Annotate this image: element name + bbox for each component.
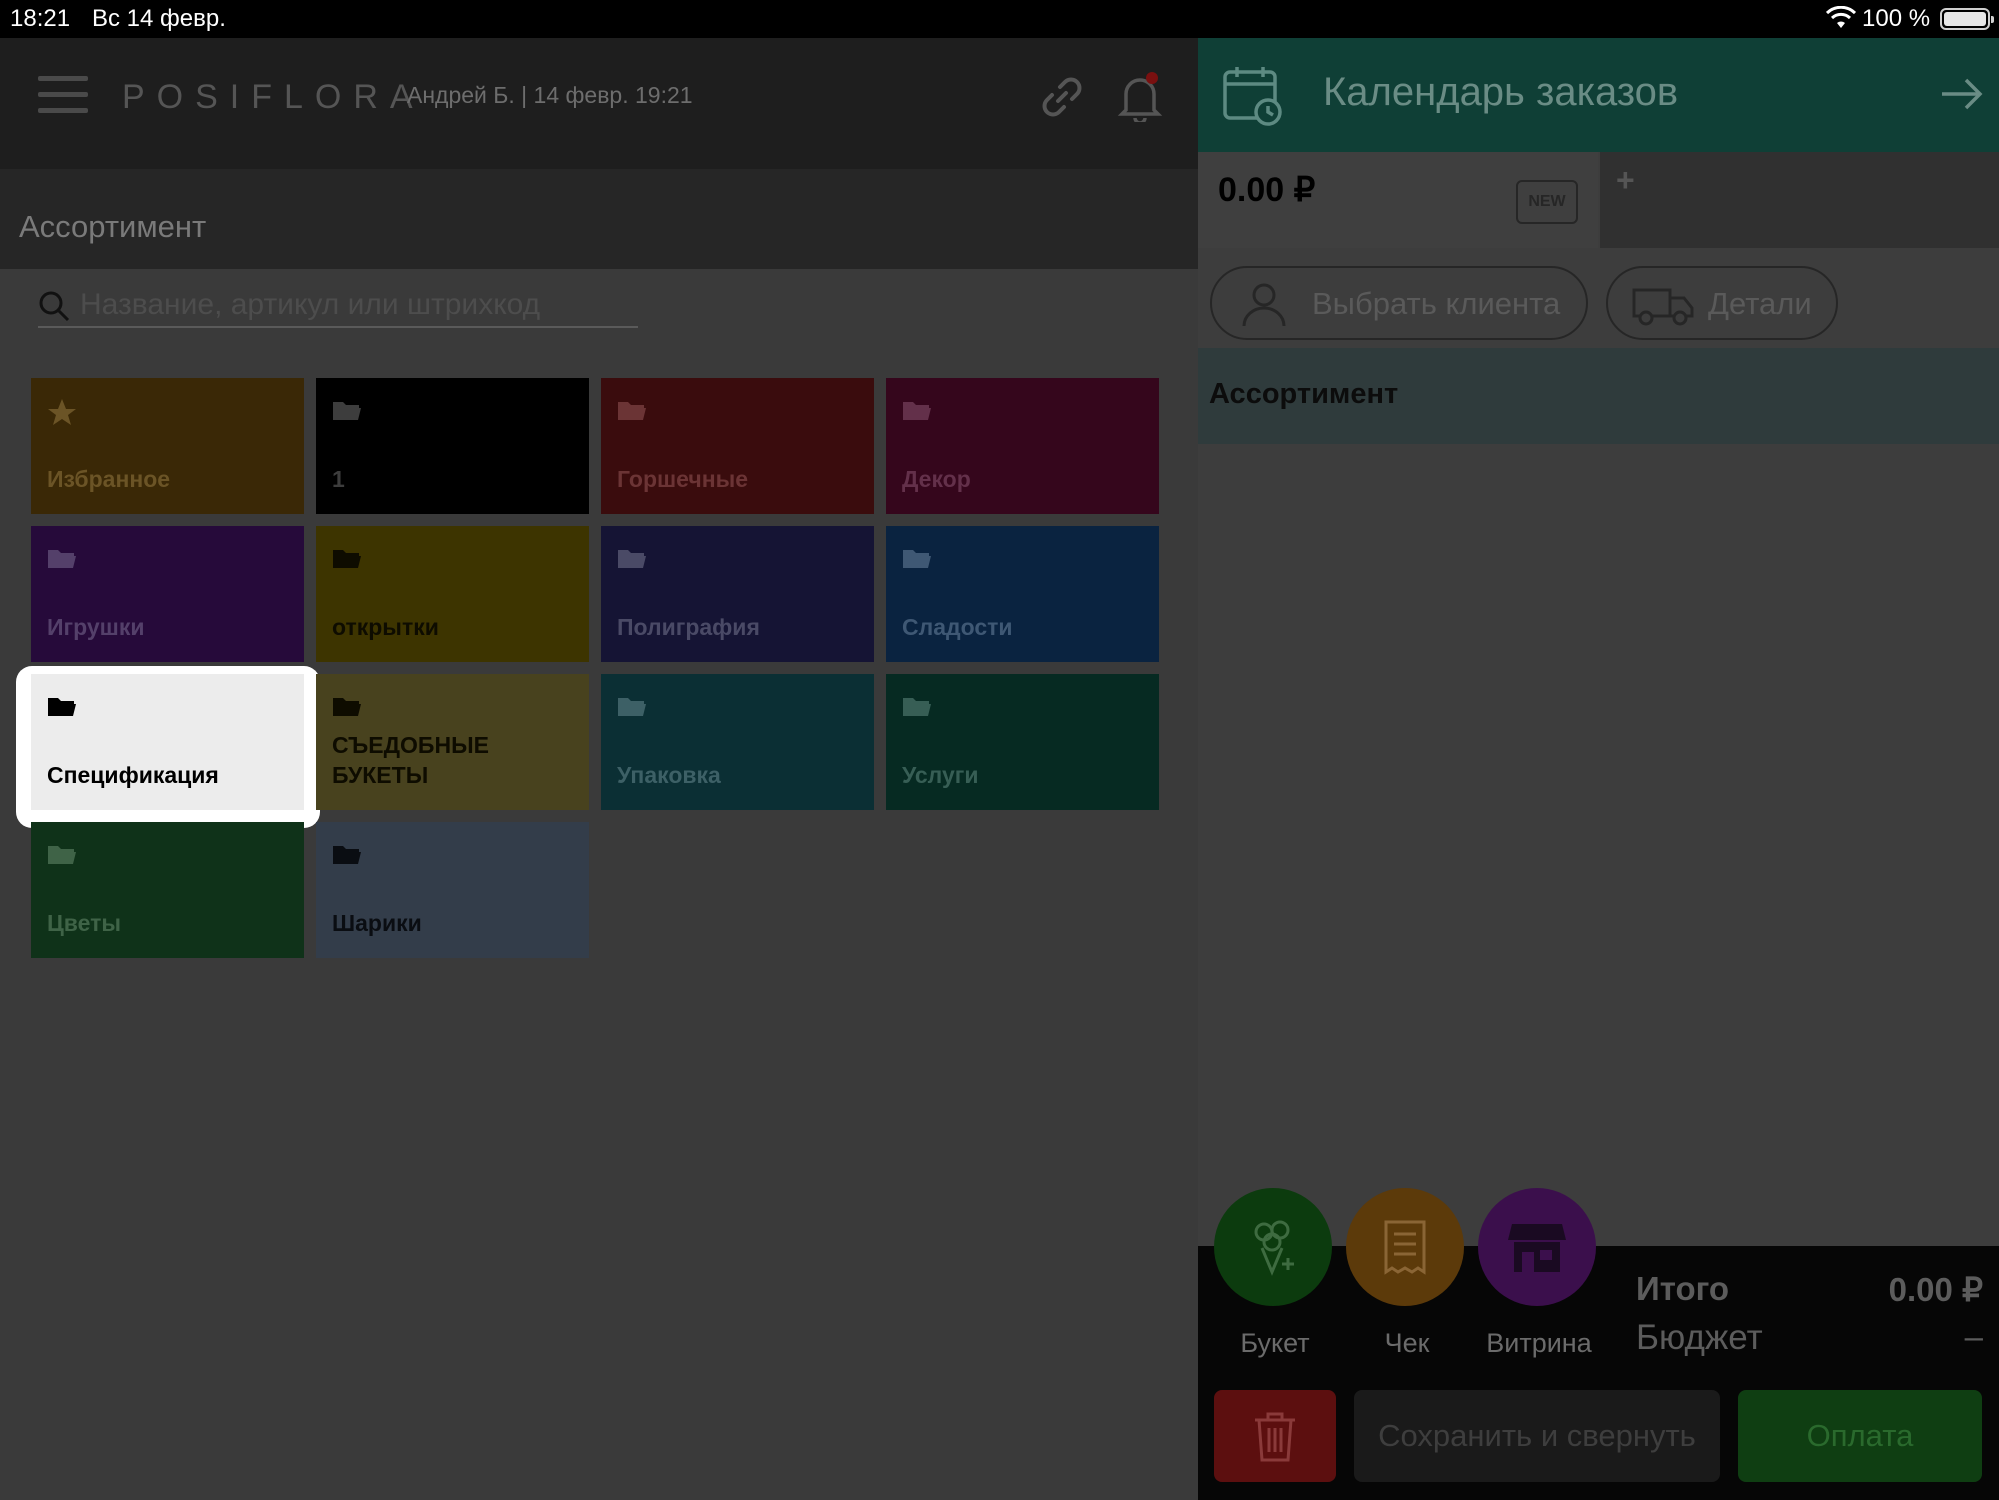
- header-user-info: Андрей Б. | 14 февр. 19:21: [407, 82, 693, 108]
- wifi-icon: [1826, 6, 1856, 28]
- trash-icon: [1255, 1412, 1295, 1462]
- category-label: Декор: [902, 466, 971, 492]
- total-label: Итого: [1636, 1270, 1730, 1307]
- folder-icon: [332, 842, 362, 866]
- category-label: СЪЕДОБНЫЕ БУКЕТЫ: [332, 732, 489, 788]
- category-label: Избранное: [47, 466, 171, 492]
- battery-icon: [1940, 8, 1994, 30]
- category-label: Цветы: [47, 910, 122, 936]
- cart-section-title: Ассортимент: [1209, 378, 1399, 410]
- total-value: 0.00 ₽: [1888, 1271, 1983, 1308]
- category-tile[interactable]: Избранное: [31, 378, 304, 514]
- details-label: Детали: [1708, 286, 1812, 321]
- section-header: Ассортимент: [0, 169, 1198, 269]
- folder-icon: [902, 694, 932, 718]
- category-label: Услуги: [902, 762, 979, 788]
- category-tile[interactable]: открытки: [316, 526, 589, 662]
- category-tile[interactable]: Услуги: [886, 674, 1159, 810]
- delete-order-button[interactable]: [1214, 1390, 1336, 1482]
- category-tile[interactable]: Декор: [886, 378, 1159, 514]
- delivery-truck-icon: [1632, 288, 1694, 326]
- category-label: 1: [332, 466, 345, 492]
- assortment-panel: POSIFLORA Андрей Б. | 14 февр. 19:21 Асс…: [0, 38, 1198, 1500]
- bouquet-button[interactable]: [1214, 1188, 1332, 1306]
- folder-icon: [902, 546, 932, 570]
- category-label: Упаковка: [617, 762, 721, 788]
- order-tabs-area: [1600, 152, 1999, 248]
- receipt-icon: [1384, 1220, 1426, 1275]
- category-label: Горшечные: [617, 466, 749, 492]
- bouquet-label: Букет: [1240, 1328, 1310, 1358]
- notification-bell-icon[interactable]: [1116, 70, 1164, 122]
- search-input[interactable]: [80, 284, 630, 326]
- category-tile[interactable]: Полиграфия: [601, 526, 874, 662]
- status-bar: 18:21 Вс 14 февр. 100 %: [0, 0, 1999, 38]
- budget-value: –: [1964, 1318, 1983, 1355]
- folder-icon: [902, 398, 932, 422]
- category-tile[interactable]: Шарики: [316, 822, 589, 958]
- cart-section: Ассортимент: [1198, 348, 1999, 444]
- category-label: Игрушки: [47, 614, 145, 640]
- folder-icon: [332, 694, 362, 718]
- save-and-minimize-button[interactable]: Сохранить и свернуть: [1354, 1390, 1720, 1482]
- bouquet-icon: [1254, 1220, 1294, 1276]
- app-logo: POSIFLORA: [122, 78, 425, 116]
- page-title: Ассортимент: [19, 209, 207, 244]
- showcase-icon: [1508, 1224, 1566, 1272]
- category-tile[interactable]: Горшечные: [601, 378, 874, 514]
- folder-icon: [47, 842, 77, 866]
- menu-icon[interactable]: [38, 76, 88, 116]
- category-tile[interactable]: СЪЕДОБНЫЕ БУКЕТЫ: [316, 674, 589, 810]
- category-tile[interactable]: 1: [316, 378, 589, 514]
- category-label: Полиграфия: [617, 614, 760, 640]
- status-time: 18:21: [10, 5, 71, 32]
- battery-percent: 100 %: [1862, 5, 1931, 32]
- arrow-right-icon[interactable]: [1940, 76, 1984, 112]
- category-tile[interactable]: Сладости: [886, 526, 1159, 662]
- folder-icon: [617, 694, 647, 718]
- select-client-label: Выбрать клиента: [1312, 286, 1561, 321]
- category-tile[interactable]: Цветы: [31, 822, 304, 958]
- search-field[interactable]: [38, 284, 638, 328]
- add-order-button[interactable]: +: [1616, 162, 1635, 199]
- category-tile[interactable]: Спецификация: [31, 674, 304, 810]
- folder-icon: [332, 398, 362, 422]
- user-icon: [1242, 283, 1286, 327]
- showcase-label: Витрина: [1486, 1328, 1592, 1358]
- details-button[interactable]: Детали: [1606, 266, 1838, 340]
- folder-icon: [47, 546, 77, 570]
- folder-icon: [47, 694, 77, 718]
- top-bar: POSIFLORA Андрей Б. | 14 февр. 19:21: [0, 38, 1198, 169]
- category-tile[interactable]: Упаковка: [601, 674, 874, 810]
- category-label: Сладости: [902, 614, 1013, 640]
- folder-icon: [332, 546, 362, 570]
- search-icon: [39, 291, 70, 322]
- link-icon[interactable]: [1038, 73, 1086, 121]
- calendar-icon: [1223, 67, 1282, 126]
- order-panel: Календарь заказов 0.00 ₽ NEW + Выбрать к…: [1198, 38, 1999, 1500]
- pay-button[interactable]: Оплата: [1738, 1390, 1982, 1482]
- star-icon: [47, 398, 77, 425]
- calendar-header[interactable]: Календарь заказов: [1198, 38, 1999, 152]
- order-tab[interactable]: 0.00 ₽ NEW: [1198, 152, 1598, 248]
- new-badge: NEW: [1516, 180, 1578, 224]
- folder-icon: [617, 398, 647, 422]
- category-tile[interactable]: Игрушки: [31, 526, 304, 662]
- budget-label: Бюджет: [1636, 1318, 1763, 1357]
- app-screen: 18:21 Вс 14 февр. 100 % POSIFLORA Андрей…: [0, 0, 1999, 1500]
- showcase-button[interactable]: [1478, 1188, 1596, 1306]
- select-client-button[interactable]: Выбрать клиента: [1210, 266, 1588, 340]
- category-label: Шарики: [332, 910, 422, 936]
- status-date: Вс 14 февр.: [92, 5, 226, 32]
- receipt-label: Чек: [1384, 1328, 1430, 1358]
- order-amount: 0.00 ₽: [1218, 171, 1316, 209]
- receipt-button[interactable]: [1346, 1188, 1464, 1306]
- calendar-title: Календарь заказов: [1323, 70, 1679, 114]
- folder-icon: [617, 546, 647, 570]
- category-label: Спецификация: [47, 762, 219, 788]
- category-label: открытки: [332, 614, 439, 640]
